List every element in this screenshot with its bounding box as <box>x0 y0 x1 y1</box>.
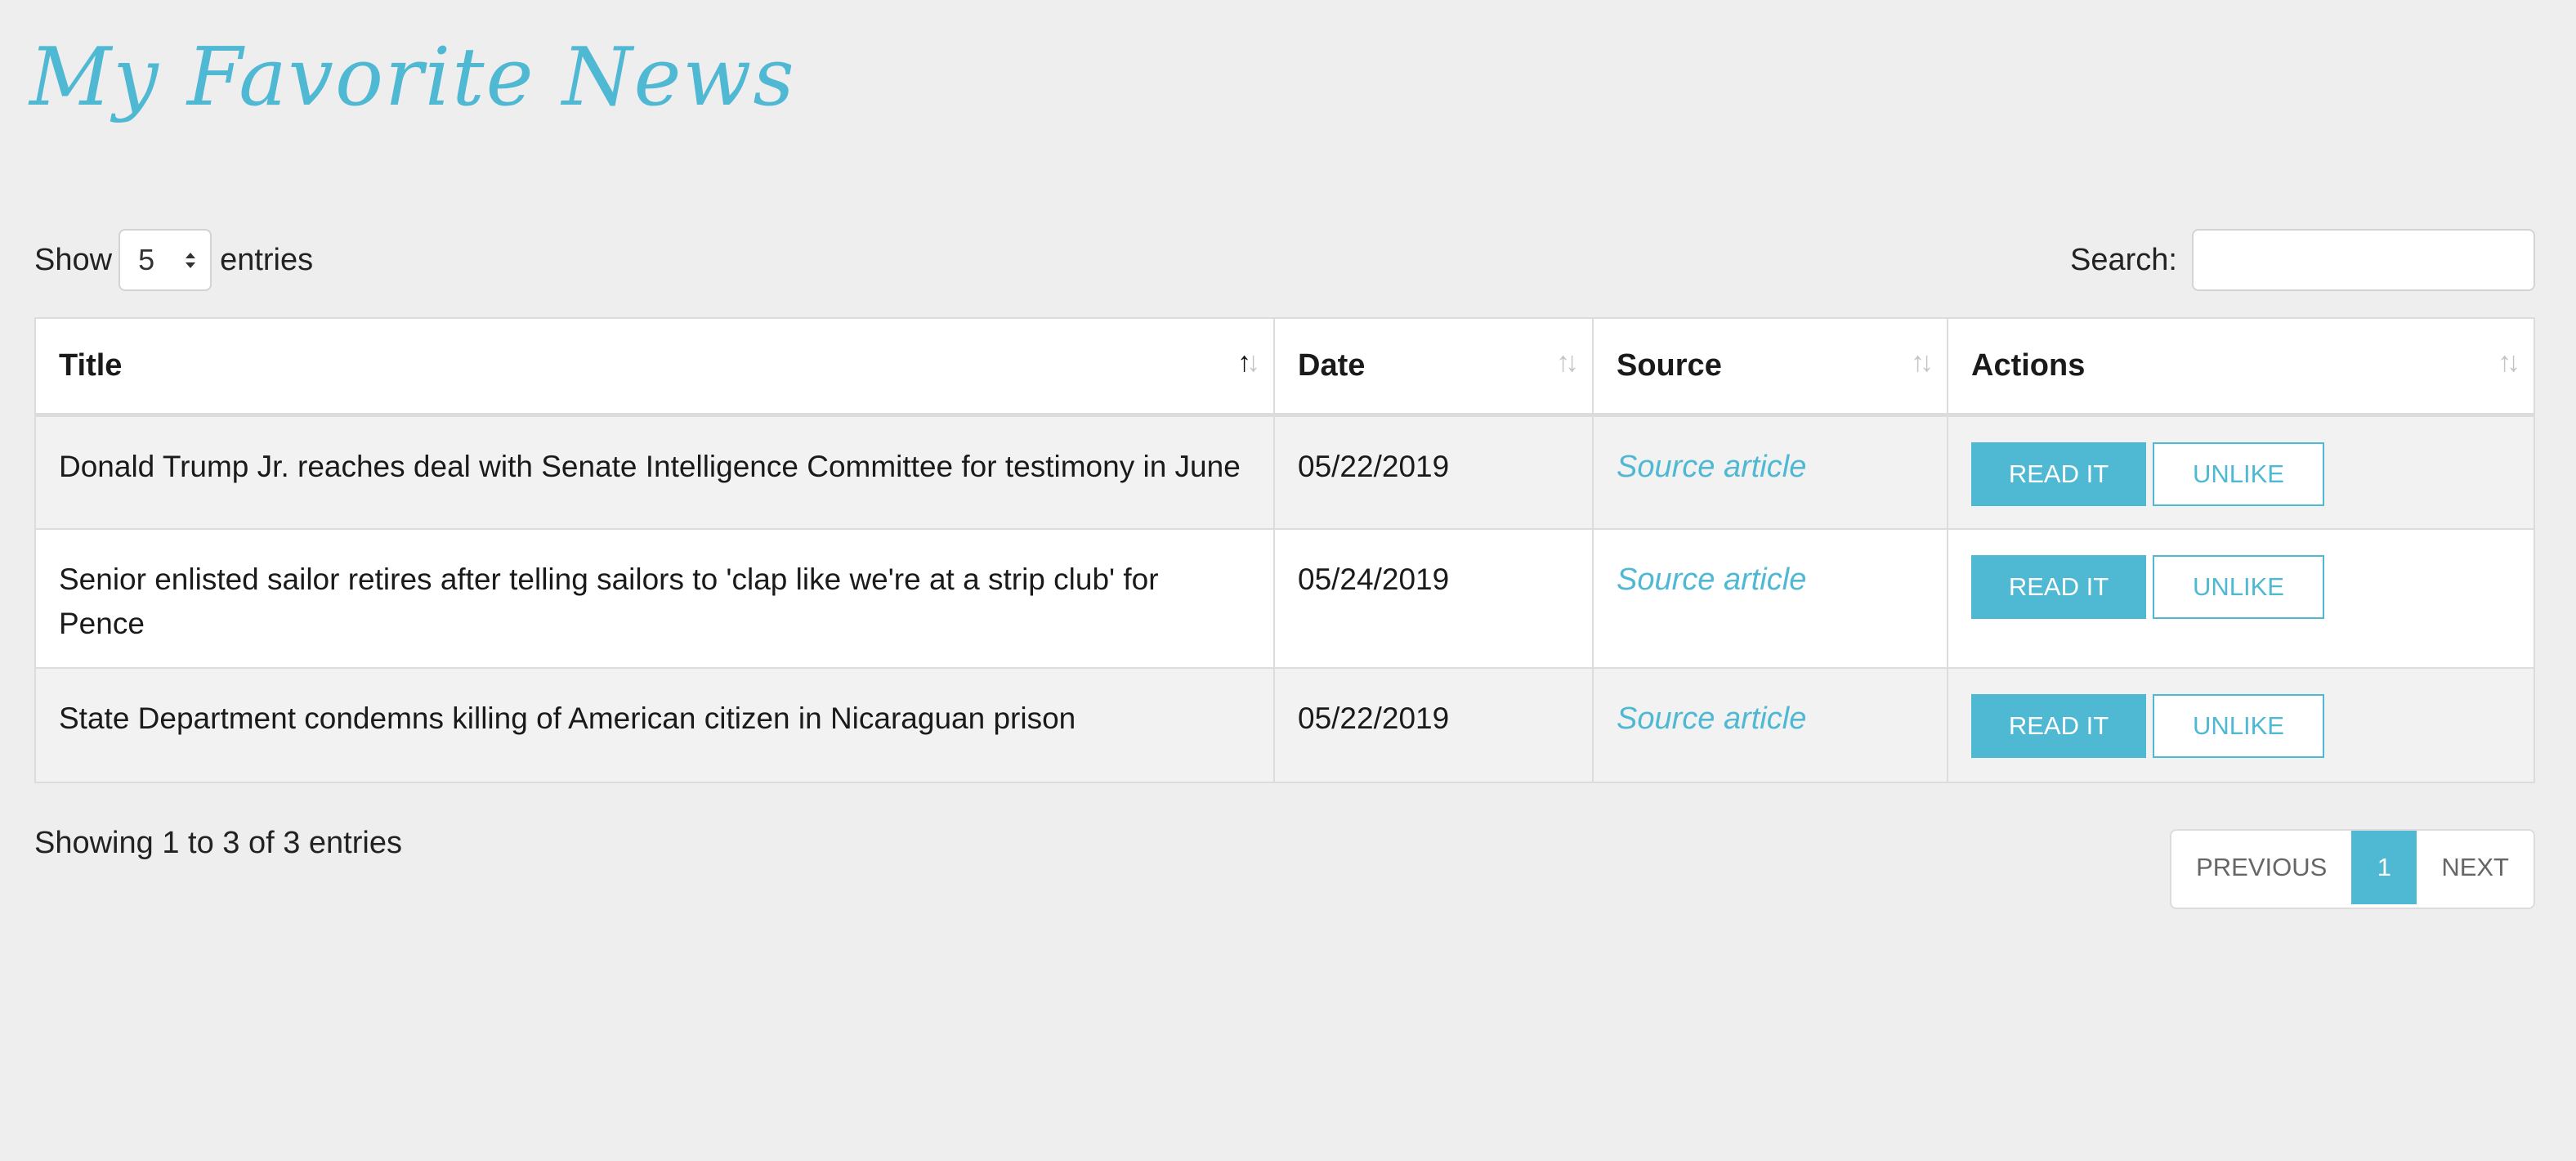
cell-source: Source article <box>1592 667 1948 783</box>
cell-title: State Department condemns killing of Ame… <box>34 667 1275 783</box>
cell-date: 05/22/2019 <box>1273 414 1594 530</box>
unlike-button[interactable]: UNLIKE <box>2153 442 2324 506</box>
cell-actions: READ IT UNLIKE <box>1947 414 2535 530</box>
cell-title: Senior enlisted sailor retires after tel… <box>34 528 1275 669</box>
entries-select[interactable]: 5 <box>119 229 212 291</box>
source-article-link[interactable]: Source article <box>1617 702 1806 736</box>
unlike-button[interactable]: UNLIKE <box>2153 555 2324 619</box>
select-arrows-icon <box>186 252 196 268</box>
table-header-row: Title ↑↓ Date ↑↓ Source ↑↓ Actions ↑↓ <box>34 317 2535 417</box>
search-label: Search: <box>2070 242 2177 277</box>
read-it-button[interactable]: READ IT <box>1971 442 2146 506</box>
source-article-link[interactable]: Source article <box>1617 450 1806 484</box>
table-row: Donald Trump Jr. reaches deal with Senat… <box>34 414 2535 530</box>
sort-arrows-icon: ↑↓ <box>1556 347 1579 378</box>
table-row: State Department condemns killing of Ame… <box>34 667 2535 783</box>
column-header-label: Title <box>59 347 123 383</box>
cell-title: Donald Trump Jr. reaches deal with Senat… <box>34 414 1275 530</box>
table-info: Showing 1 to 3 of 3 entries <box>34 826 402 860</box>
entries-label: entries <box>220 242 314 277</box>
cell-date: 05/22/2019 <box>1273 667 1594 783</box>
cell-actions: READ IT UNLIKE <box>1947 528 2535 669</box>
read-it-button[interactable]: READ IT <box>1971 555 2146 619</box>
entries-length-control: Show 5 entries <box>34 229 313 291</box>
table-row: Senior enlisted sailor retires after tel… <box>34 528 2535 669</box>
sort-asc-icon: ↑↓ <box>1237 347 1260 378</box>
news-table: Title ↑↓ Date ↑↓ Source ↑↓ Actions ↑↓ Do… <box>34 317 2535 783</box>
column-header-title[interactable]: Title ↑↓ <box>34 317 1275 417</box>
column-header-label: Source <box>1617 347 1722 383</box>
search-input[interactable] <box>2192 229 2535 291</box>
sort-arrows-icon: ↑↓ <box>2498 347 2520 378</box>
cell-source: Source article <box>1592 414 1948 530</box>
entries-select-value: 5 <box>138 243 155 276</box>
column-header-label: Date <box>1298 347 1366 383</box>
unlike-button[interactable]: UNLIKE <box>2153 694 2324 758</box>
read-it-button[interactable]: READ IT <box>1971 694 2146 758</box>
column-header-label: Actions <box>1971 347 2086 383</box>
source-article-link[interactable]: Source article <box>1617 563 1806 597</box>
column-header-source[interactable]: Source ↑↓ <box>1592 317 1948 417</box>
cell-date: 05/24/2019 <box>1273 528 1594 669</box>
column-header-actions[interactable]: Actions ↑↓ <box>1947 317 2535 417</box>
column-header-date[interactable]: Date ↑↓ <box>1273 317 1594 417</box>
cell-actions: READ IT UNLIKE <box>1947 667 2535 783</box>
search-control: Search: <box>2070 229 2535 291</box>
page-1-button[interactable]: 1 <box>2351 831 2417 904</box>
pagination: PREVIOUS 1 NEXT <box>2170 829 2535 909</box>
previous-page-button[interactable]: PREVIOUS <box>2171 831 2351 904</box>
show-label: Show <box>34 242 113 277</box>
next-page-button[interactable]: NEXT <box>2417 831 2534 904</box>
page-title: My Favorite News <box>29 31 796 124</box>
sort-arrows-icon: ↑↓ <box>1911 347 1934 378</box>
cell-source: Source article <box>1592 528 1948 669</box>
